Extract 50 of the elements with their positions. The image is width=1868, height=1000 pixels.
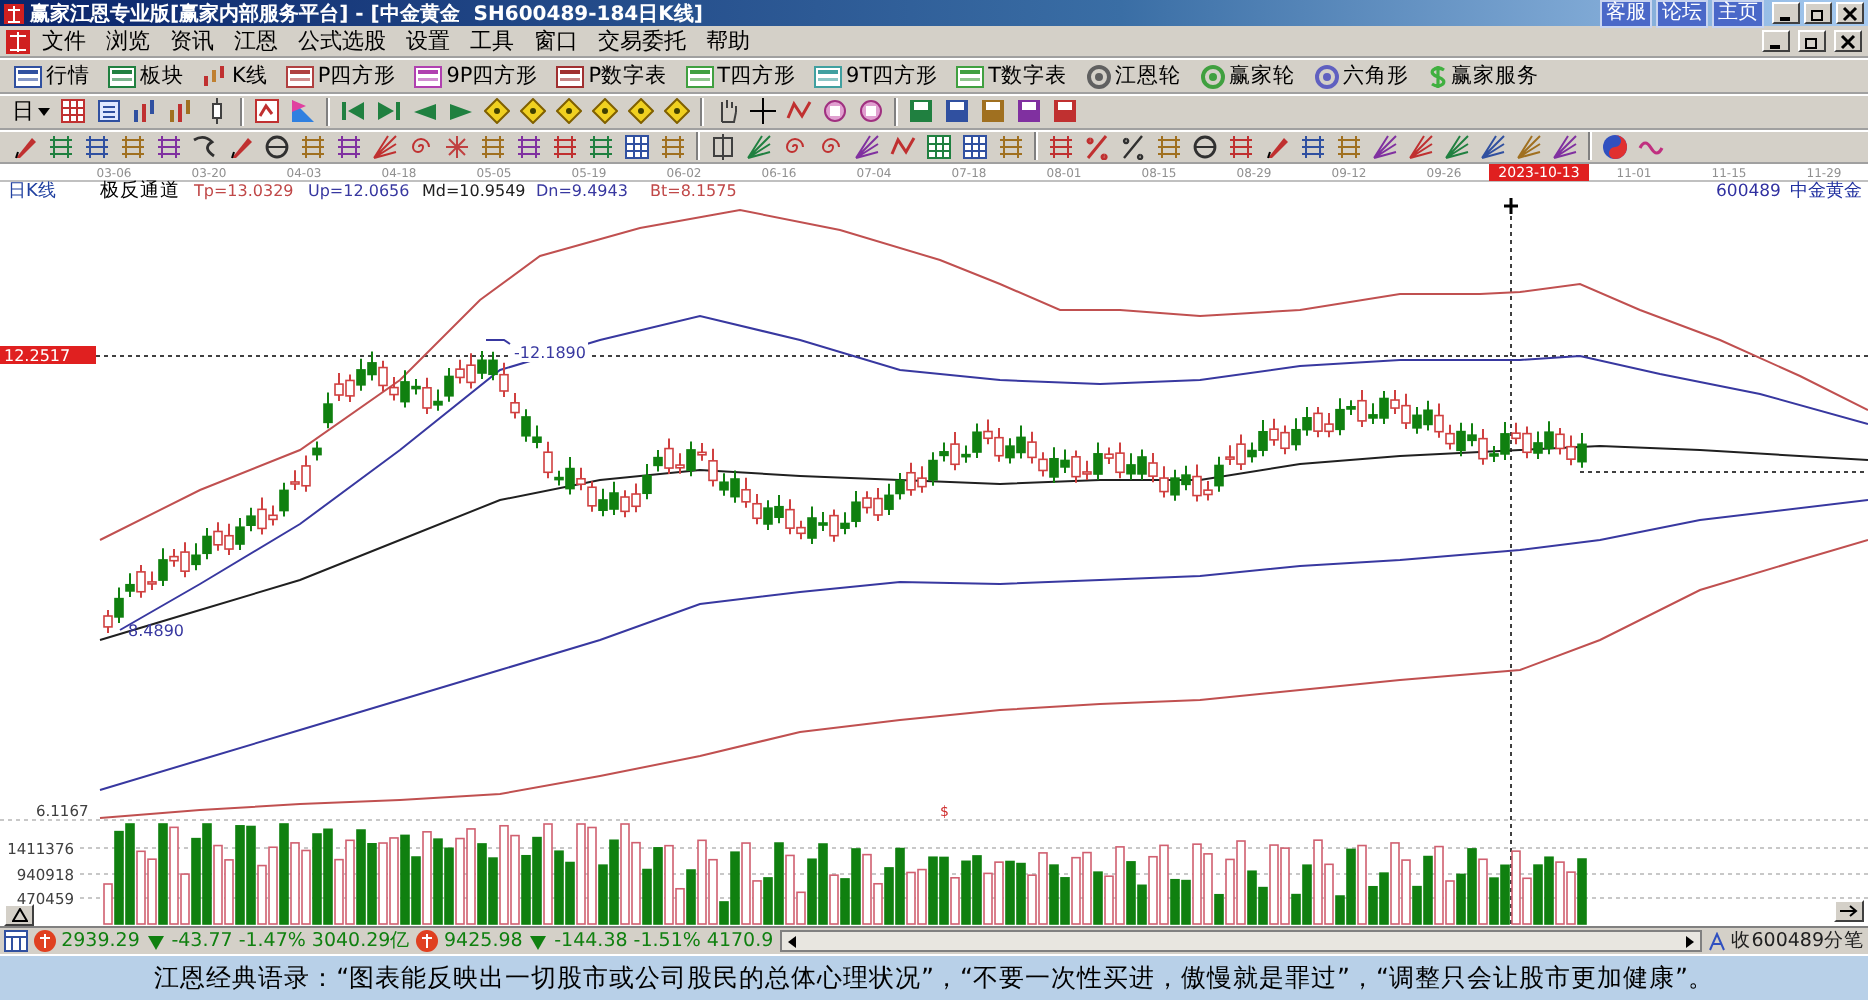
indicator-value: Up=12.0656 [308, 181, 410, 200]
toolbar-button[interactable]: 板块 [102, 60, 190, 92]
indicator-value: Dn=9.4943 [536, 181, 628, 200]
toolbar-button[interactable]: 赢家服务 [1421, 60, 1546, 92]
stock-name: 中金黄金 [1790, 181, 1862, 202]
menu-item[interactable]: 帮助 [698, 26, 758, 56]
index-change: -43.77 [171, 930, 233, 953]
crosshair-price-label: 12.2517 [0, 345, 96, 365]
toolbar-button[interactable]: 赢家轮 [1193, 60, 1302, 92]
toolbar-button[interactable]: K线 [196, 60, 274, 92]
indicator-value: Md=10.9549 [422, 181, 526, 200]
toolbar-button[interactable]: P四方形 [279, 60, 403, 92]
toolbar-button[interactable]: T四方形 [679, 60, 803, 92]
stock-code: 600489 [1716, 181, 1781, 202]
toolbar-button[interactable]: 江恩轮 [1079, 60, 1188, 92]
index-value: 9425.98 [444, 930, 523, 953]
window-title: 赢家江恩专业版[赢家内部服务平台] - [中金黄金 SH600489-184日K线] [30, 0, 705, 27]
menu-item[interactable]: 资讯 [162, 26, 222, 56]
indicator-value: Tp=13.0329 [194, 181, 294, 200]
menu-item[interactable]: 工具 [462, 26, 522, 56]
index-percent: -1.51% [633, 930, 701, 953]
chart-period-label: 日K线 [8, 181, 56, 202]
toolbar-button[interactable]: 行情 [8, 60, 96, 92]
indicator-name: 极反通道 [100, 179, 180, 202]
toolbar-button[interactable]: T数字表 [950, 60, 1074, 92]
quote-text: 江恩经典语录：“图表能反映出一切股市或公司股民的总体心理状况”，“不要一次性买进，傲慢就是罪过”，“调整只会让股市更加健康”。 [154, 961, 1714, 996]
menu-item[interactable]: 文件 [34, 26, 94, 56]
index-amount: 4170.9 [706, 930, 774, 953]
title-link[interactable]: 客服 [1600, 0, 1652, 27]
period-dropdown[interactable]: 日 [8, 96, 54, 127]
index-change: -144.38 [554, 930, 628, 953]
low-price-label: 8.4890 [128, 621, 184, 640]
toolbar-button[interactable]: 六角形 [1307, 60, 1416, 92]
tick-data-label: 收600489分笔 [1731, 928, 1864, 955]
menu-item[interactable]: 窗口 [526, 26, 586, 56]
peak-price-label: -12.1890 [512, 341, 588, 362]
menu-item[interactable]: 浏览 [98, 26, 158, 56]
menu-item[interactable]: 公式选股 [290, 26, 394, 56]
menu-item[interactable]: 设置 [398, 26, 458, 56]
index-value: 2939.29 [61, 930, 140, 953]
title-link[interactable]: 论坛 [1656, 0, 1708, 27]
index-percent: -1.47% [238, 930, 306, 953]
menu-item[interactable]: 江恩 [226, 26, 286, 56]
index-amount: 3040.29亿 [311, 928, 411, 955]
toolbar-button[interactable]: P数字表 [550, 60, 674, 92]
title-link[interactable]: 主页 [1712, 0, 1764, 27]
toolbar-button[interactable]: 9T四方形 [808, 60, 945, 92]
indicator-value: Bt=8.1575 [650, 181, 737, 200]
toolbar-button[interactable]: 9P四方形 [408, 60, 545, 92]
menu-item[interactable]: 交易委托 [590, 26, 694, 56]
